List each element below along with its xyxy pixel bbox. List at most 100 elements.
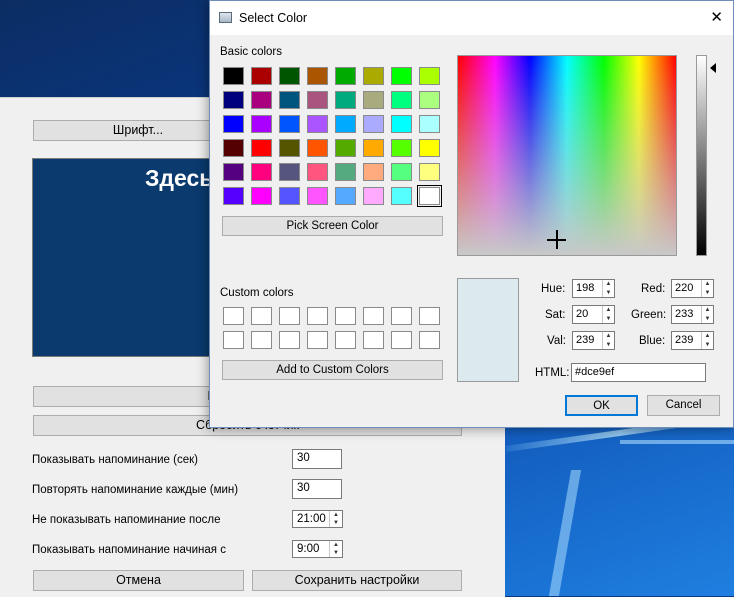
start-from-value: 9:00 <box>297 543 320 555</box>
dialog-title: Select Color <box>239 11 308 25</box>
basic-color-swatch[interactable] <box>391 115 412 133</box>
basic-color-swatch[interactable] <box>335 91 356 109</box>
stop-after-spinner[interactable]: ▲ ▼ <box>329 511 342 527</box>
html-field[interactable]: #dce9ef <box>571 363 706 382</box>
value-slider-arrow-icon[interactable] <box>710 63 716 73</box>
custom-color-slot[interactable] <box>419 307 440 325</box>
dialog-titlebar[interactable]: Select Color ✕ <box>210 1 733 35</box>
basic-color-swatch[interactable] <box>307 67 328 85</box>
custom-color-slot[interactable] <box>363 331 384 349</box>
basic-color-swatch[interactable] <box>307 187 328 205</box>
green-field[interactable]: 233 ▲ ▼ <box>671 305 714 324</box>
basic-color-swatch[interactable] <box>307 91 328 109</box>
start-from-time[interactable]: 9:00 ▲ ▼ <box>292 540 343 558</box>
basic-color-swatch[interactable] <box>391 91 412 109</box>
basic-color-swatch[interactable] <box>363 187 384 205</box>
show-reminder-label: Показывать напоминание (сек) <box>32 454 198 466</box>
basic-color-swatch[interactable] <box>223 91 244 109</box>
basic-color-swatch[interactable] <box>307 115 328 133</box>
custom-color-slot[interactable] <box>307 331 328 349</box>
basic-color-swatch[interactable] <box>391 67 412 85</box>
sat-field[interactable]: 20 ▲ ▼ <box>572 305 615 324</box>
basic-color-swatch[interactable] <box>335 115 356 133</box>
save-settings-button[interactable]: Сохранить настройки <box>252 570 462 591</box>
basic-color-swatch[interactable] <box>251 91 272 109</box>
spectrum-crosshair-icon <box>547 230 566 249</box>
custom-color-slot[interactable] <box>391 307 412 325</box>
basic-color-swatch[interactable] <box>391 163 412 181</box>
custom-color-slot[interactable] <box>279 331 300 349</box>
custom-color-slot[interactable] <box>419 331 440 349</box>
basic-color-swatch[interactable] <box>279 139 300 157</box>
basic-color-swatch[interactable] <box>223 163 244 181</box>
basic-color-swatch[interactable] <box>251 163 272 181</box>
custom-color-slot[interactable] <box>335 331 356 349</box>
basic-color-swatch[interactable] <box>417 185 442 207</box>
value-slider[interactable] <box>696 55 707 256</box>
basic-color-swatch[interactable] <box>419 67 440 85</box>
basic-color-swatch[interactable] <box>419 91 440 109</box>
custom-color-slot[interactable] <box>279 307 300 325</box>
hue-field[interactable]: 198 ▲ ▼ <box>572 279 615 298</box>
basic-color-swatch[interactable] <box>223 187 244 205</box>
basic-color-swatch[interactable] <box>223 139 244 157</box>
basic-color-swatch[interactable] <box>223 115 244 133</box>
cancel-button[interactable]: Cancel <box>647 395 720 416</box>
basic-color-swatch[interactable] <box>363 91 384 109</box>
red-spinner[interactable]: ▲ ▼ <box>701 280 713 297</box>
basic-color-swatch[interactable] <box>391 139 412 157</box>
basic-color-swatch[interactable] <box>279 187 300 205</box>
html-label: HTML: <box>535 367 570 379</box>
custom-color-slot[interactable] <box>251 331 272 349</box>
basic-color-swatch[interactable] <box>335 163 356 181</box>
hue-spinner[interactable]: ▲ ▼ <box>602 280 614 297</box>
basic-color-swatch[interactable] <box>363 139 384 157</box>
val-field[interactable]: 239 ▲ ▼ <box>572 331 615 350</box>
color-spectrum[interactable] <box>457 55 677 256</box>
basic-color-swatch[interactable] <box>251 139 272 157</box>
basic-color-swatch[interactable] <box>391 187 412 205</box>
stop-after-time[interactable]: 21:00 ▲ ▼ <box>292 510 343 528</box>
custom-color-slot[interactable] <box>391 331 412 349</box>
show-reminder-field[interactable]: 30 <box>292 449 342 469</box>
basic-color-swatch[interactable] <box>363 67 384 85</box>
cancel-settings-button[interactable]: Отмена <box>33 570 244 591</box>
basic-color-swatch[interactable] <box>363 115 384 133</box>
custom-color-slot[interactable] <box>223 331 244 349</box>
basic-color-swatch[interactable] <box>419 115 440 133</box>
basic-color-swatch[interactable] <box>307 163 328 181</box>
blue-spinner[interactable]: ▲ ▼ <box>701 332 713 349</box>
ok-button[interactable]: OK <box>565 395 638 416</box>
pick-screen-color-button[interactable]: Pick Screen Color <box>222 216 443 236</box>
basic-color-swatch[interactable] <box>363 163 384 181</box>
custom-color-slot[interactable] <box>307 307 328 325</box>
basic-color-swatch[interactable] <box>251 115 272 133</box>
basic-color-swatch[interactable] <box>335 139 356 157</box>
basic-color-swatch[interactable] <box>279 115 300 133</box>
red-field[interactable]: 220 ▲ ▼ <box>671 279 714 298</box>
sat-spinner[interactable]: ▲ ▼ <box>602 306 614 323</box>
val-spinner[interactable]: ▲ ▼ <box>602 332 614 349</box>
repeat-reminder-field[interactable]: 30 <box>292 479 342 499</box>
basic-color-swatch[interactable] <box>279 163 300 181</box>
custom-color-slot[interactable] <box>335 307 356 325</box>
basic-color-swatch[interactable] <box>251 187 272 205</box>
custom-color-slot[interactable] <box>251 307 272 325</box>
basic-color-swatch[interactable] <box>223 67 244 85</box>
custom-color-slot[interactable] <box>223 307 244 325</box>
basic-color-swatch[interactable] <box>335 67 356 85</box>
basic-color-swatch[interactable] <box>279 67 300 85</box>
basic-color-swatch[interactable] <box>335 187 356 205</box>
green-spinner[interactable]: ▲ ▼ <box>701 306 713 323</box>
blue-field[interactable]: 239 ▲ ▼ <box>671 331 714 350</box>
basic-color-swatch[interactable] <box>251 67 272 85</box>
start-from-spinner[interactable]: ▲ ▼ <box>329 541 342 557</box>
basic-color-swatch[interactable] <box>419 139 440 157</box>
basic-color-swatch[interactable] <box>307 139 328 157</box>
basic-color-swatch[interactable] <box>419 163 440 181</box>
custom-color-slot[interactable] <box>363 307 384 325</box>
add-custom-colors-button[interactable]: Add to Custom Colors <box>222 360 443 380</box>
close-icon[interactable]: ✕ <box>710 8 723 26</box>
hue-value: 198 <box>576 282 595 294</box>
basic-color-swatch[interactable] <box>279 91 300 109</box>
